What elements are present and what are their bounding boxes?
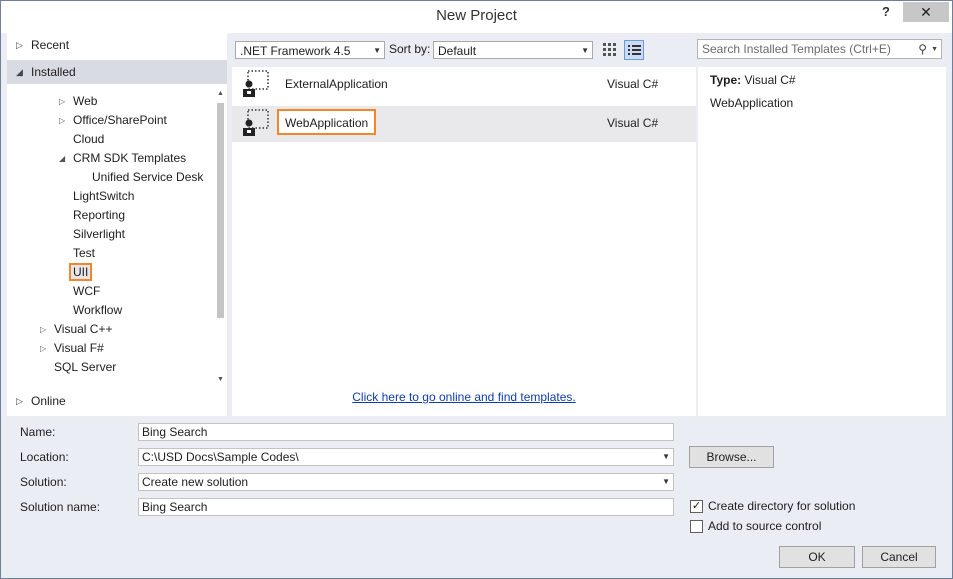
- expand-arrow-icon: ▷: [16, 396, 23, 406]
- create-directory-label: Create directory for solution: [708, 499, 856, 513]
- expand-arrow-icon: ▷: [59, 116, 66, 125]
- new-project-dialog: New Project ? ✕ ▷ Recent ◢ Installed ▷ W…: [0, 0, 953, 579]
- expand-arrow-icon: ▷: [59, 97, 66, 106]
- solution-name-label: Solution name:: [20, 500, 101, 514]
- add-source-control-label: Add to source control: [708, 519, 822, 533]
- add-source-control-checkbox[interactable]: [690, 520, 703, 533]
- name-input[interactable]: Bing Search: [138, 423, 674, 441]
- sort-by-dropdown[interactable]: Default ▼: [433, 41, 593, 59]
- solution-name-input[interactable]: Bing Search: [138, 498, 674, 516]
- scrollbar-thumb[interactable]: [217, 103, 224, 318]
- tree-item-crm-sdk-templates[interactable]: ◢ CRM SDK Templates: [59, 149, 186, 168]
- template-item-externalapplication[interactable]: ExternalApplication Visual C#: [232, 67, 696, 103]
- create-directory-checkbox[interactable]: ✓: [690, 500, 703, 513]
- tree-item-wcf[interactable]: WCF: [73, 282, 100, 301]
- small-icons-view-button[interactable]: [600, 40, 620, 60]
- tree-item-reporting[interactable]: Reporting: [73, 206, 125, 225]
- tree-item-lightswitch[interactable]: LightSwitch: [73, 187, 134, 206]
- list-view-icon: [628, 45, 641, 55]
- installed-template-tree: ▷ Web ▷ Office/SharePoint Cloud ◢ CRM SD…: [7, 83, 214, 393]
- solution-dropdown[interactable]: Create new solution ▼: [138, 473, 674, 491]
- tree-item-silverlight[interactable]: Silverlight: [73, 225, 125, 244]
- category-installed[interactable]: ◢ Installed: [7, 60, 227, 84]
- tree-item-cloud[interactable]: Cloud: [73, 130, 104, 149]
- find-templates-online-link[interactable]: Click here to go online and find templat…: [232, 390, 696, 404]
- cancel-button[interactable]: Cancel: [862, 546, 936, 568]
- tree-item-unified-service-desk[interactable]: Unified Service Desk: [92, 168, 203, 187]
- title-bar: New Project ? ✕: [1, 1, 952, 33]
- chevron-down-icon: ▼: [581, 46, 589, 55]
- scroll-down-icon[interactable]: ▼: [216, 375, 225, 385]
- name-label: Name:: [20, 425, 56, 439]
- tree-item-workflow[interactable]: Workflow: [73, 301, 122, 320]
- location-input[interactable]: C:\USD Docs\Sample Codes\ ▼: [138, 448, 674, 466]
- project-template-icon: [243, 109, 269, 136]
- scroll-up-icon[interactable]: ▲: [216, 89, 225, 99]
- template-info-panel: Type: Visual C# WebApplication: [698, 67, 946, 416]
- category-online[interactable]: ▷ Online: [7, 389, 227, 413]
- location-label: Location:: [20, 450, 69, 464]
- chevron-down-icon: ▼: [662, 477, 670, 486]
- tree-scrollbar[interactable]: ▲ ▼: [216, 89, 225, 389]
- tree-item-sql-server[interactable]: SQL Server: [54, 358, 116, 377]
- collapse-arrow-icon: ◢: [16, 67, 23, 77]
- ok-button[interactable]: OK: [779, 546, 855, 568]
- dialog-title: New Project: [436, 7, 517, 24]
- expand-arrow-icon: ▷: [40, 344, 47, 353]
- solution-label: Solution:: [20, 475, 67, 489]
- template-type: Type: Visual C#: [710, 73, 796, 87]
- close-button[interactable]: ✕: [903, 2, 949, 22]
- tree-item-visual-fsharp[interactable]: ▷ Visual F#: [40, 339, 104, 358]
- tree-item-visual-cpp[interactable]: ▷ Visual C++: [40, 320, 112, 339]
- browse-button[interactable]: Browse...: [689, 446, 774, 468]
- list-view-button[interactable]: [624, 40, 644, 60]
- chevron-down-icon[interactable]: ▼: [931, 41, 938, 59]
- chevron-down-icon: ▼: [373, 46, 381, 55]
- template-item-webapplication[interactable]: WebApplication Visual C#: [232, 106, 696, 142]
- search-icon[interactable]: ⚲: [918, 40, 927, 58]
- collapse-arrow-icon: ◢: [59, 154, 66, 163]
- grid-view-icon: [603, 43, 616, 56]
- chevron-down-icon[interactable]: ▼: [662, 449, 670, 465]
- tree-item-uii[interactable]: UII: [69, 263, 93, 282]
- sort-by-label: Sort by:: [389, 42, 431, 56]
- template-list: ExternalApplication Visual C# WebApplica…: [232, 67, 696, 416]
- tree-item-office-sharepoint[interactable]: ▷ Office/SharePoint: [59, 111, 167, 130]
- tree-item-web[interactable]: ▷ Web: [59, 92, 97, 111]
- search-installed-templates-input[interactable]: Search Installed Templates (Ctrl+E) ⚲ ▼: [697, 39, 942, 59]
- tree-item-test[interactable]: Test: [73, 244, 95, 263]
- expand-arrow-icon: ▷: [16, 40, 23, 50]
- category-panel: ▷ Recent ◢ Installed ▷ Web ▷ Office/Shar…: [7, 33, 227, 416]
- expand-arrow-icon: ▷: [40, 325, 47, 334]
- project-template-icon: [243, 70, 269, 97]
- help-button[interactable]: ?: [882, 4, 890, 19]
- category-recent[interactable]: ▷ Recent: [7, 33, 227, 57]
- template-description: WebApplication: [710, 96, 794, 110]
- framework-dropdown[interactable]: .NET Framework 4.5 ▼: [235, 41, 385, 59]
